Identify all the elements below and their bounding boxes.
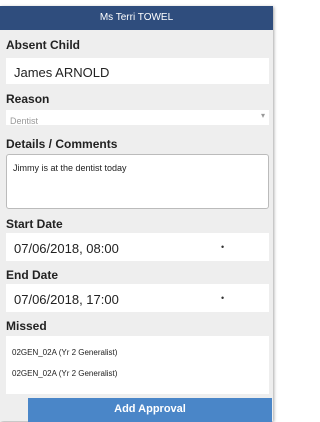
absent-child-field[interactable]: James ARNOLD [6, 58, 269, 84]
end-date-input[interactable]: 07/06/2018, 17:00 • [6, 284, 269, 312]
absent-child-value: James ARNOLD [14, 65, 110, 80]
start-date-picker-icon[interactable]: • [221, 242, 224, 252]
dropdown-caret-icon: ▾ [260, 111, 265, 120]
reason-select[interactable]: Dentist ▾ [6, 110, 269, 126]
end-date-picker-icon[interactable]: • [221, 293, 224, 303]
details-textarea[interactable]: Jimmy is at the dentist today [6, 154, 269, 209]
start-date-label: Start Date [6, 217, 63, 231]
absence-form-panel: Ms Terri TOWEL Absent Child James ARNOLD… [0, 6, 273, 421]
missed-item: 02GEN_02A (Yr 2 Generalist) [12, 369, 118, 378]
end-date-value: 07/06/2018, 17:00 [14, 292, 119, 307]
details-label: Details / Comments [6, 137, 118, 151]
missed-item: 02GEN_02A (Yr 2 Generalist) [12, 348, 118, 357]
absent-child-label: Absent Child [6, 38, 80, 52]
missed-label: Missed [6, 319, 47, 333]
reason-selected-value: Dentist [10, 116, 39, 126]
start-date-input[interactable]: 07/06/2018, 08:00 • [6, 233, 269, 261]
missed-list: 02GEN_02A (Yr 2 Generalist) 02GEN_02A (Y… [6, 336, 269, 394]
teacher-name-header: Ms Terri TOWEL [0, 6, 273, 30]
details-text: Jimmy is at the dentist today [13, 163, 127, 173]
end-date-label: End Date [6, 268, 59, 282]
add-approval-button[interactable]: Add Approval [28, 398, 272, 422]
reason-label: Reason [6, 92, 50, 106]
start-date-value: 07/06/2018, 08:00 [14, 241, 119, 256]
